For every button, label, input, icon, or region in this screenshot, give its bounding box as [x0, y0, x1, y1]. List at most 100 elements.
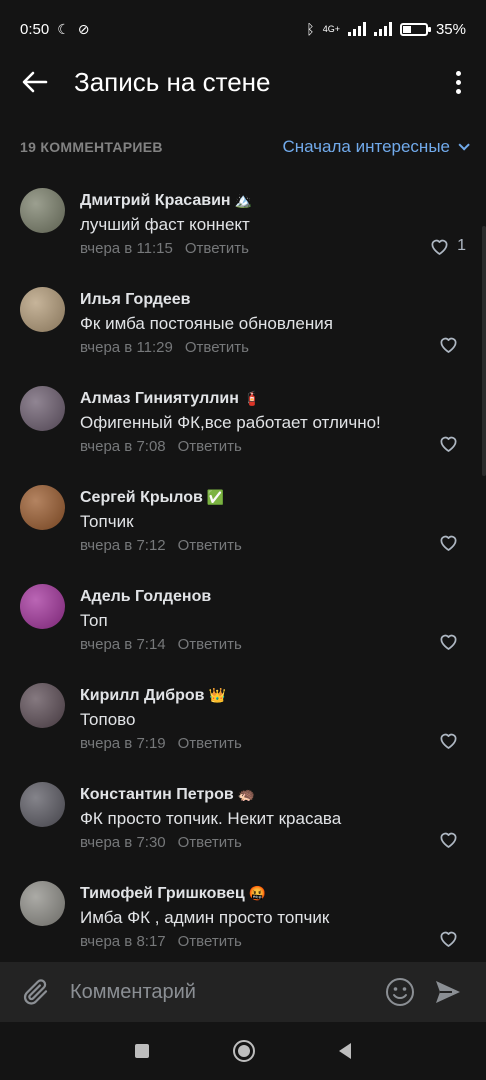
avatar[interactable] [20, 584, 65, 629]
heart-icon [440, 832, 457, 848]
comment-text: Топово [80, 710, 136, 729]
like-button[interactable] [439, 831, 466, 848]
send-button[interactable] [424, 970, 472, 1014]
home-icon[interactable] [233, 1040, 255, 1062]
comment-item[interactable]: Константин Петров 🦔 ФК просто топчик. Неки… [0, 770, 486, 869]
comment-time: вчера в 7:08 [80, 438, 166, 455]
status-right: ᛒ 4G+ 35% [306, 21, 466, 38]
avatar[interactable] [20, 683, 65, 728]
comment-author[interactable]: Дмитрий Красавин 🏔️ [80, 192, 252, 210]
like-button[interactable] [439, 930, 466, 947]
like-button[interactable]: 1 [430, 237, 466, 255]
more-dot-icon [455, 88, 461, 94]
reply-button[interactable]: Ответить [178, 735, 242, 752]
smile-icon [386, 978, 414, 1006]
avatar[interactable] [20, 287, 65, 332]
comment-time: вчера в 8:17 [80, 933, 166, 950]
reply-button[interactable]: Ответить [185, 240, 249, 257]
like-button[interactable] [439, 435, 466, 452]
page-title: Запись на стене [74, 66, 271, 97]
status-bar: 0:50 ☾ ⊘ ᛒ 4G+ 35% [0, 0, 486, 58]
like-button[interactable] [439, 732, 466, 749]
comment-time: вчера в 7:30 [80, 834, 166, 851]
comment-text: Топчик [80, 512, 134, 531]
moon-icon: ☾ [57, 20, 70, 37]
recents-icon[interactable] [135, 1044, 149, 1058]
comment-text: Фк имба постояные обновления [80, 314, 333, 333]
comment-author[interactable]: Илья Гордеев [80, 291, 195, 309]
comment-item[interactable]: Тимофей Гришковец 🤬 Имба ФК , админ просто… [0, 869, 486, 968]
author-name: Константин Петров [80, 786, 234, 803]
heart-icon [440, 634, 457, 650]
comment-text: ФК просто топчик. Некит красава [80, 809, 342, 828]
comment-author[interactable]: Сергей Крылов ✅ [80, 489, 224, 507]
comment-author[interactable]: Кирилл Дибров 👑 [80, 687, 226, 705]
comment-text: Офигенный ФК,все работает отлично! [80, 413, 381, 432]
heart-icon [440, 436, 457, 452]
comment-meta: вчера в 11:29 Ответить [80, 339, 249, 356]
comment-item[interactable]: Дмитрий Красавин 🏔️ лучший фаст коннект вче… [0, 176, 486, 275]
author-name: Адель Голденов [80, 588, 212, 605]
comment-text: Имба ФК , админ просто топчик [80, 908, 330, 927]
battery-level [402, 25, 411, 33]
like-button[interactable] [439, 336, 466, 353]
comment-item[interactable]: Илья Гордеев Фк имба постояные обновления… [0, 275, 486, 374]
comment-meta: вчера в 7:12 Ответить [80, 537, 242, 554]
reply-button[interactable]: Ответить [178, 438, 242, 455]
status-left: 0:50 ☾ ⊘ [20, 21, 90, 38]
system-nav-bar [0, 1022, 486, 1080]
comment-input[interactable] [58, 970, 376, 1014]
more-dot-icon [455, 70, 461, 76]
comment-item[interactable]: Кирилл Дибров 👑 Топово вчера в 7:19 Ответить [0, 671, 486, 770]
battery-percent: 35% [435, 20, 466, 38]
comment-meta: вчера в 7:19 Ответить [80, 735, 242, 752]
comment-text: Топ [80, 611, 108, 630]
comment-text: лучший фаст коннект [80, 215, 250, 234]
avatar[interactable] [20, 485, 65, 530]
reply-button[interactable]: Ответить [185, 339, 249, 356]
comment-author[interactable]: Тимофей Гришковец 🤬 [80, 885, 266, 903]
comment-meta: вчера в 7:08 Ответить [80, 438, 242, 455]
author-name: Кирилл Дибров [80, 687, 205, 704]
heart-icon [440, 535, 457, 551]
comments-count: 19 КОММЕНТАРИЕВ [20, 139, 163, 155]
like-button[interactable] [439, 633, 466, 650]
comment-author[interactable]: Алмаз Гиниятуллин 🧯 [80, 390, 260, 408]
comment-item[interactable]: Адель Голденов Топ вчера в 7:14 Ответить [0, 572, 486, 671]
like-button[interactable] [439, 534, 466, 551]
avatar[interactable] [20, 386, 65, 431]
author-badge: 🤬 [248, 885, 267, 901]
attach-button[interactable] [14, 970, 58, 1014]
reply-button[interactable]: Ответить [178, 933, 242, 950]
emoji-button[interactable] [376, 970, 424, 1014]
reply-button[interactable]: Ответить [178, 537, 242, 554]
comments-list: Дмитрий Красавин 🏔️ лучший фаст коннект вче… [0, 176, 486, 968]
sort-dropdown[interactable]: Сначала интересные [282, 137, 470, 157]
back-triangle-icon[interactable] [339, 1043, 351, 1059]
scrollbar[interactable] [482, 226, 486, 476]
more-options-button[interactable] [430, 58, 486, 106]
avatar[interactable] [20, 881, 65, 926]
battery-icon [399, 22, 431, 36]
author-name: Алмаз Гиниятуллин [80, 390, 239, 407]
comment-meta: вчера в 7:30 Ответить [80, 834, 242, 851]
comment-time: вчера в 7:12 [80, 537, 166, 554]
reply-button[interactable]: Ответить [178, 834, 242, 851]
notifications-off-icon: ⊘ [77, 20, 90, 37]
avatar[interactable] [20, 782, 65, 827]
comment-composer [0, 962, 486, 1022]
reply-button[interactable]: Ответить [178, 636, 242, 653]
arrow-left-icon [22, 71, 48, 93]
author-badge: 🦔 [237, 786, 256, 802]
comment-author[interactable]: Адель Голденов [80, 588, 215, 606]
author-badge: ✅ [206, 489, 225, 505]
author-badge: 🧯 [242, 390, 261, 406]
comment-author[interactable]: Константин Петров 🦔 [80, 786, 255, 804]
heart-icon [440, 931, 457, 947]
send-icon [436, 981, 460, 1003]
comment-item[interactable]: Сергей Крылов ✅ Топчик вчера в 7:12 Ответить [0, 473, 486, 572]
back-button[interactable] [0, 58, 70, 106]
comment-meta: вчера в 11:15 Ответить [80, 240, 249, 257]
comment-item[interactable]: Алмаз Гиниятуллин 🧯 Офигенный ФК,все работ… [0, 374, 486, 473]
avatar[interactable] [20, 188, 65, 233]
